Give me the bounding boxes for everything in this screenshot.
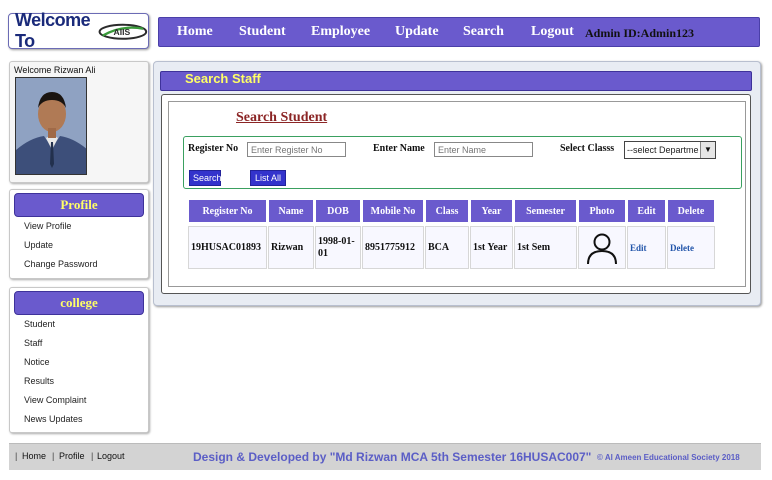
profile-menu-header: Profile (14, 193, 144, 217)
register-no-input[interactable] (247, 142, 346, 157)
logo-mark-text: AIIS (114, 27, 131, 37)
menu-student[interactable]: Student (10, 315, 148, 334)
profile-photo-image (16, 78, 86, 174)
menu-results[interactable]: Results (10, 372, 148, 391)
admin-id: Admin ID:Admin123 (585, 26, 695, 40)
welcome-user: Welcome Rizwan Ali (14, 65, 96, 75)
logo-text: Welcome To (15, 10, 91, 51)
menu-update[interactable]: Update (10, 236, 148, 255)
cell-mobile: 8951775912 (362, 226, 424, 269)
col-edit: Edit (627, 199, 666, 223)
nav-home[interactable]: Home (177, 24, 213, 40)
edit-link[interactable]: Edit (627, 226, 666, 269)
cell-semester: 1st Sem (514, 226, 577, 269)
footer-copyright: © Al Ameen Educational Society 2018 (597, 453, 740, 462)
nav-update[interactable]: Update (395, 24, 439, 40)
class-label: Select Classs (560, 143, 615, 154)
footer-home-link[interactable]: Home (22, 451, 46, 461)
search-heading: Search Student (236, 110, 328, 125)
cell-class: BCA (425, 226, 469, 269)
col-dob: DOB (315, 199, 361, 223)
cell-photo (578, 226, 626, 269)
menu-notice[interactable]: Notice (10, 353, 148, 372)
search-button[interactable]: Search (189, 170, 222, 186)
col-class: Class (425, 199, 469, 223)
class-select-value: --select Departme (627, 145, 699, 155)
cell-year: 1st Year (470, 226, 513, 269)
col-semester: Semester (514, 199, 577, 223)
col-mobile: Mobile No (362, 199, 424, 223)
menu-news-updates[interactable]: News Updates (10, 410, 148, 429)
col-year: Year (470, 199, 513, 223)
chevron-down-icon[interactable]: ▼ (700, 142, 715, 158)
menu-view-complaint[interactable]: View Complaint (10, 391, 148, 410)
nav-employee[interactable]: Employee (311, 24, 370, 40)
site-logo: Welcome To AIIS (8, 10, 149, 51)
cell-register-no: 19HUSAC01893 (188, 226, 267, 269)
profile-menu: Profile View Profile Update Change Passw… (9, 189, 149, 279)
cell-name: Rizwan (268, 226, 314, 269)
class-select[interactable]: --select Departme ▼ (624, 141, 716, 159)
col-register-no: Register No (188, 199, 267, 223)
col-delete: Delete (667, 199, 715, 223)
profile-card: Welcome Rizwan Ali (9, 61, 149, 183)
col-name: Name (268, 199, 314, 223)
delete-link[interactable]: Delete (667, 226, 715, 269)
menu-staff[interactable]: Staff (10, 334, 148, 353)
menu-view-profile[interactable]: View Profile (10, 217, 148, 236)
top-navigation: Home Student Employee Update Search Logo… (158, 17, 760, 47)
col-photo: Photo (578, 199, 626, 223)
cell-dob: 1998-01-01 (315, 226, 361, 269)
list-all-button[interactable]: List All (250, 170, 286, 186)
nav-search[interactable]: Search (463, 24, 504, 40)
college-menu-header: college (14, 291, 144, 315)
register-label: Register No (188, 143, 239, 154)
name-input[interactable] (434, 142, 533, 157)
section-title-bar: Search Staff (160, 71, 752, 91)
footer-separator: | (52, 451, 55, 461)
profile-photo (15, 77, 87, 175)
college-menu: college Student Staff Notice Results Vie… (9, 287, 149, 433)
name-label: Enter Name (373, 143, 425, 154)
footer-credit: Design & Developed by "Md Rizwan MCA 5th… (193, 450, 592, 464)
footer-separator: | (91, 451, 94, 461)
footer-profile-link[interactable]: Profile (59, 451, 85, 461)
section-title: Search Staff (185, 71, 261, 86)
user-icon (587, 233, 617, 264)
footer-separator: | (15, 451, 18, 461)
aiis-logo-icon: AIIS (98, 23, 148, 40)
menu-change-password[interactable]: Change Password (10, 255, 148, 274)
nav-student[interactable]: Student (239, 24, 286, 40)
nav-logout[interactable]: Logout (531, 24, 574, 40)
footer-logout-link[interactable]: Logout (97, 451, 125, 461)
footer: | Home | Profile | Logout Design & Devel… (9, 443, 761, 470)
